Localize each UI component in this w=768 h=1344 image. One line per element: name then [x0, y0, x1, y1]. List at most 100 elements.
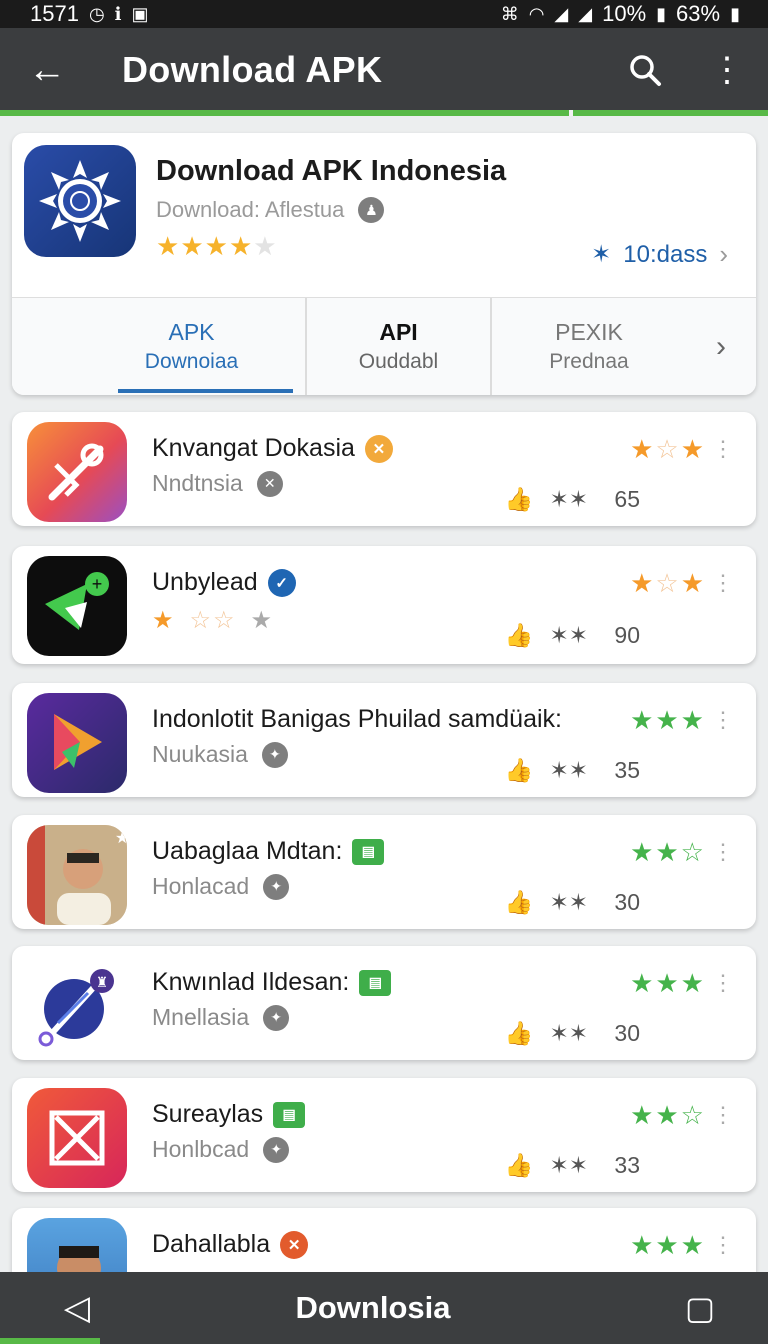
star-icon: ★ — [180, 231, 205, 261]
app-rating: ★☆★ — [630, 568, 706, 599]
more-options-icon[interactable]: ⋮ — [686, 50, 768, 90]
item-menu-icon[interactable]: ⋮ — [712, 1102, 734, 1128]
star-empty-icon: ☆ — [655, 568, 681, 598]
app-name: Uabaglaa Mdtan: ▤ — [152, 837, 385, 866]
app-name-text: Indonlotit Banigas Phuilad samdüaik: — [152, 705, 562, 733]
item-menu-icon[interactable]: ⋮ — [712, 570, 734, 596]
tab-label: APK — [168, 319, 215, 345]
app-badge-icon: ▤ — [352, 838, 385, 865]
app-count: 90 — [614, 622, 640, 648]
battery-icon-2: ▮ — [730, 3, 740, 24]
chevron-right-icon[interactable]: › — [686, 298, 756, 395]
app-icon: + — [27, 556, 127, 656]
app-substars: ★ ☆☆ ★ — [152, 606, 274, 635]
close-badge-icon: ✕ — [256, 470, 283, 497]
app-subtitle: Honlacad ✦ — [152, 873, 290, 900]
thumbs-up-icon: 👍 — [504, 757, 534, 783]
star-empty-icon: ★ — [253, 231, 278, 261]
page-title: Download APK — [122, 49, 383, 90]
app-subtitle-text: Honlacad — [152, 873, 250, 899]
app-count: 30 — [614, 889, 640, 915]
signal-icon-2: ◢ — [578, 3, 593, 24]
app-meta: 👍 ✶✶ 33 — [505, 1152, 640, 1179]
thumbs-up-icon: 👍 — [504, 622, 534, 648]
app-subtitle-text: Honlbcad — [152, 1136, 250, 1162]
tab-label: API — [379, 319, 418, 345]
status-time: 1571 — [30, 1, 79, 26]
app-icon — [27, 693, 127, 793]
nav-back-glyph: ◁ — [63, 1289, 91, 1327]
wifi-icon: ◠ — [528, 3, 545, 24]
item-menu-icon[interactable]: ⋮ — [712, 970, 734, 996]
app-name: Sureaylas ▤ — [152, 1100, 306, 1129]
signal-icon: ◢ — [554, 3, 569, 24]
app-name: Unbylead ✓ — [152, 568, 296, 597]
star-icon: ★ — [204, 231, 229, 261]
app-list-item[interactable]: Indonlotit Banigas Phuilad samdüaik: Nuu… — [12, 683, 756, 797]
tab-apk[interactable]: APK Downoiaa — [12, 298, 305, 395]
nav-active-indicator — [0, 1338, 100, 1344]
item-menu-icon[interactable]: ⋮ — [712, 436, 734, 462]
tab-label: PEXIK — [555, 319, 623, 345]
app-icon — [27, 422, 127, 522]
app-name-text: Dahallabla — [152, 1230, 271, 1258]
app-count: 65 — [614, 486, 640, 512]
svg-text:+: + — [92, 574, 103, 594]
app-subtitle-text: Mnellasia — [152, 1004, 250, 1030]
app-subtitle-text: Nndtnsia — [152, 470, 243, 496]
stars-small-icon: ✶✶ — [549, 757, 588, 783]
star-icon: ★★☆ — [630, 1100, 706, 1130]
signal-percent: 10% — [602, 1, 647, 26]
nav-recents-icon[interactable]: ▢ — [632, 1289, 768, 1327]
app-count: 35 — [614, 757, 640, 783]
featured-app-count[interactable]: ✶ 10:dass › — [591, 239, 728, 270]
back-arrow-icon[interactable]: ← — [0, 49, 94, 92]
app-meta: 👍 ✶✶ 65 — [505, 486, 640, 513]
nav-label[interactable]: Downlosia — [154, 1290, 632, 1326]
app-name: Knwınlad Ildesan: ▤ — [152, 968, 392, 997]
app-meta: 👍 ✶✶ 90 — [505, 622, 640, 649]
item-menu-icon[interactable]: ⋮ — [712, 707, 734, 733]
clock-icon: ◷ — [88, 3, 105, 24]
app-subtitle: Mnellasia ✦ — [152, 1004, 290, 1031]
app-list-item[interactable]: + Unbylead ✓ ★ ☆☆ ★ ★☆★ ⋮ 👍 ✶✶ 90 — [12, 546, 756, 664]
app-meta: 👍 ✶✶ 35 — [505, 757, 640, 784]
battery-icon: ▮ — [656, 3, 667, 24]
app-list-item[interactable]: Sureaylas ▤ Honlbcad ✦ ★★☆ ⋮ 👍 ✶✶ 33 — [12, 1078, 756, 1192]
app-subtitle: Nuukasia ✦ — [152, 741, 288, 768]
tab-pexik[interactable]: PEXIK Prednaa — [490, 298, 686, 395]
system-navigation-bar: ◁ Downlosia ▢ — [0, 1272, 768, 1344]
tab-api[interactable]: API Ouddabl — [305, 298, 490, 395]
item-menu-icon[interactable]: ⋮ — [712, 839, 734, 865]
app-list-item[interactable]: ★ Uabaglaa Mdtan: ▤ Honlacad ✦ ★★☆ ⋮ 👍 ✶✶ 30 — [12, 815, 756, 929]
app-rating: ★★☆ — [630, 837, 706, 868]
svg-text:★: ★ — [115, 830, 127, 847]
featured-app-card[interactable]: Download APK Indonesia Download: Aflestu… — [12, 133, 756, 395]
nav-back-icon[interactable]: ◁ — [0, 1272, 154, 1344]
star-icon: ★★★ — [630, 1230, 706, 1260]
featured-app-count-text: 10:dass — [623, 240, 708, 268]
app-rating: ★★★ — [630, 705, 706, 736]
star-icon: ★★★ — [630, 705, 706, 735]
search-icon[interactable] — [604, 52, 686, 88]
app-rating: ★★★ — [630, 1230, 706, 1261]
item-menu-icon[interactable]: ⋮ — [712, 1232, 734, 1258]
app-list-item[interactable]: Knvangat Dokasia ✕ Nndtnsia ✕ ★☆★ ⋮ 👍 ✶✶ 65 — [12, 412, 756, 526]
notification-icon: ℹ — [114, 3, 122, 24]
app-icon-photo: ★ — [27, 825, 127, 925]
app-badge-icon: ▤ — [359, 969, 392, 996]
app-subtitle-text: Nuukasia — [152, 741, 248, 767]
tab-active-indicator — [118, 389, 293, 393]
stars-small-icon: ✶✶ — [549, 1020, 588, 1046]
featured-app-logo — [24, 145, 136, 257]
featured-app-rating: ★★★★★ — [156, 231, 278, 262]
svg-text:♜: ♜ — [96, 974, 109, 990]
app-list-item[interactable]: ♜ Knwınlad Ildesan: ▤ Mnellasia ✦ ★★★ ⋮ 👍 ✶… — [12, 946, 756, 1060]
star-icon: ★ — [152, 607, 176, 634]
star-icon: ★★☆ — [630, 837, 706, 867]
star-icon: ★ — [680, 434, 706, 464]
loading-progress-bar — [0, 110, 768, 116]
tab-sublabel: Ouddabl — [358, 350, 439, 373]
vibrate-icon: ⌘ — [500, 3, 519, 24]
app-category-icon: ✦ — [261, 741, 288, 768]
